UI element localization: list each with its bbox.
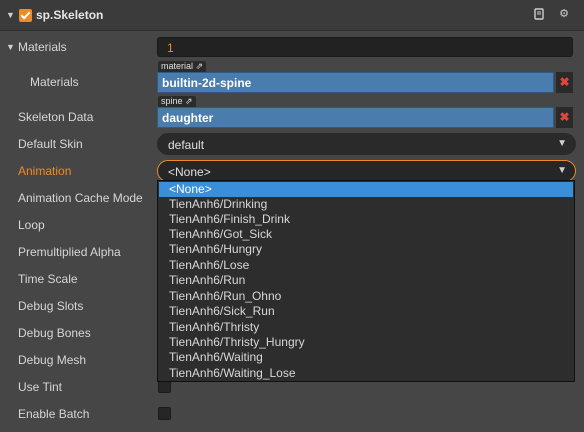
use-tint-label: Use Tint — [18, 380, 63, 394]
loop-label: Loop — [18, 218, 45, 232]
chevron-down-icon: ▼ — [557, 165, 567, 176]
animation-value: <None> — [168, 165, 211, 179]
spine-tag-text: spine — [161, 96, 183, 106]
dropdown-option[interactable]: TienAnh6/Finish_Drink — [159, 212, 573, 227]
dropdown-option[interactable]: <None> — [159, 182, 573, 197]
open-link-icon: ⇗ — [195, 61, 204, 71]
open-link-icon: ⇗ — [185, 96, 193, 106]
materials-count-input[interactable]: 1 — [157, 37, 573, 57]
enable-batch-label: Enable Batch — [18, 407, 90, 421]
dropdown-option[interactable]: TienAnh6/Hungry — [159, 242, 573, 257]
book-icon[interactable] — [533, 8, 545, 20]
materials-count-value: 1 — [167, 41, 174, 55]
component-enabled-checkbox[interactable] — [19, 9, 32, 22]
dropdown-option[interactable]: TienAnh6/Drinking — [159, 197, 573, 212]
animation-label: Animation — [18, 164, 72, 178]
material-asset-field[interactable]: builtin-2d-spine — [157, 72, 554, 93]
remove-skeleton-button[interactable]: ✖ — [556, 107, 573, 128]
skeleton-data-label: Skeleton Data — [18, 110, 94, 124]
material-tag-text: material — [161, 61, 194, 71]
remove-material-button[interactable]: ✖ — [556, 72, 573, 93]
dropdown-option[interactable]: TienAnh6/Lose — [159, 258, 573, 273]
debug-slots-label: Debug Slots — [18, 299, 84, 313]
materials-caret-icon[interactable]: ▼ — [6, 42, 15, 52]
dropdown-option[interactable]: TienAnh6/Got_Sick — [159, 227, 573, 242]
premultiplied-alpha-label: Premultiplied Alpha — [18, 245, 121, 259]
dropdown-option[interactable]: TienAnh6/Waiting_Lose — [159, 366, 573, 381]
component-title: sp.Skeleton — [36, 8, 104, 22]
dropdown-option[interactable]: TienAnh6/Sick_Run — [159, 304, 573, 319]
default-skin-select[interactable]: default ▼ — [157, 133, 576, 155]
spine-tag[interactable]: spine ⇗ — [158, 96, 196, 107]
material-tag[interactable]: material ⇗ — [158, 61, 207, 72]
debug-bones-label: Debug Bones — [18, 326, 91, 340]
dropdown-option[interactable]: TienAnh6/Waiting — [159, 350, 573, 365]
materials-label: Materials — [18, 40, 67, 54]
gear-icon[interactable]: ⚙ — [558, 8, 570, 20]
enable-batch-checkbox[interactable] — [158, 407, 171, 420]
dropdown-option[interactable]: TienAnh6/Thristy — [159, 320, 573, 335]
component-header: ▼ sp.Skeleton ⚙ — [0, 0, 584, 31]
time-scale-label: Time Scale — [18, 272, 78, 286]
collapse-caret-icon[interactable]: ▼ — [6, 10, 15, 20]
skeleton-asset-value: daughter — [162, 111, 214, 125]
dropdown-option[interactable]: TienAnh6/Run — [159, 273, 573, 288]
dropdown-option[interactable]: TienAnh6/Thristy_Hungry — [159, 335, 573, 350]
material-item-label: Materials — [30, 75, 79, 89]
material-asset-value: builtin-2d-spine — [162, 76, 252, 90]
skeleton-asset-field[interactable]: daughter — [157, 107, 554, 128]
cache-mode-label: Animation Cache Mode — [18, 191, 143, 205]
debug-mesh-label: Debug Mesh — [18, 353, 87, 367]
dropdown-option[interactable]: TienAnh6/Run_Ohno — [159, 289, 573, 304]
default-skin-label: Default Skin — [18, 137, 83, 151]
animation-dropdown-list: <None> TienAnh6/Drinking TienAnh6/Finish… — [157, 180, 575, 382]
default-skin-value: default — [168, 138, 205, 152]
chevron-down-icon: ▼ — [557, 138, 567, 149]
animation-select[interactable]: <None> ▼ — [157, 160, 576, 182]
